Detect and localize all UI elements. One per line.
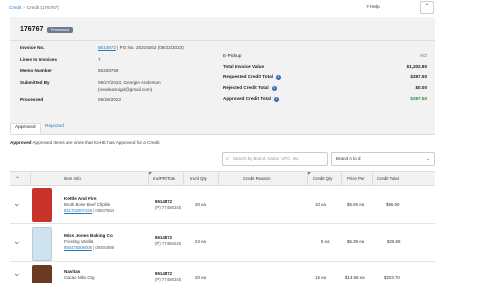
product-description: Broth Bone Beef Chpble <box>64 202 111 207</box>
lines-in-invoices-field: Lines In Invoices 7 <box>20 57 101 62</box>
invoice-number-field: Invoice No. 8614872 | PO No. 20319262 (0… <box>20 45 184 50</box>
search-placeholder: Search by Brand, Name, UPC, etc. <box>233 156 300 161</box>
invd-qty: 20 ea <box>195 275 206 280</box>
table-header: ⌄ Item Info Inv/PR/Tote Inv'd Qty Credit… <box>10 171 435 186</box>
product-description: Frosting Vanilla <box>64 239 94 244</box>
credit-qty: 10 ea <box>315 202 326 207</box>
total-invoice-value: $1,202.80 <box>406 64 427 69</box>
panel-divider <box>10 40 435 41</box>
chevron-down-icon: ⌄ <box>425 156 430 162</box>
invd-qty: 24 ea <box>195 239 206 244</box>
credit-qty: 5 ea <box>321 239 330 244</box>
e-pickup-label: E-Pickup <box>223 53 242 58</box>
invoice-summary-panel: 176767 Processed Invoice No. 8614872 | P… <box>10 17 435 134</box>
info-icon[interactable]: i <box>273 97 279 102</box>
price-per: $13.58 ea <box>345 275 365 280</box>
price-per: $5.69 ea <box>347 202 365 207</box>
sort-value: Brand A to Z <box>336 156 361 161</box>
top-bar: Credit › Credit (176767) ?Help ⌃ <box>0 0 500 16</box>
requested-credit-total-value: $287.50 <box>410 74 427 79</box>
tab-rejected[interactable]: Rejected <box>41 124 68 129</box>
product-brand: Miss Jones Baking Co <box>64 233 113 238</box>
upc-link[interactable]: 850475006005 <box>64 245 92 250</box>
invoice-number: 8614872 <box>155 199 173 204</box>
requested-credit-total-label: Requested Credit Total i <box>223 74 281 80</box>
tab-approved[interactable]: Approved <box>10 123 41 134</box>
product-image <box>32 265 52 283</box>
table-row: ⌄ Kettle And Fire Broth Bone Beef Chpble… <box>10 186 435 224</box>
help-label: Help <box>369 5 380 10</box>
breadcrumb: Credit › Credit (176767) <box>9 5 59 10</box>
product-description: Cacao Nibs Org <box>64 275 95 280</box>
approved-description: Approved Approved Items are ones that Ke… <box>10 140 161 145</box>
column-credit-reason[interactable]: Credit Reason <box>243 176 270 181</box>
search-input[interactable]: ⌕ Search by Brand, Name, UPC, etc. <box>222 152 328 166</box>
rejected-credit-total-label: Rejected Credit Total i <box>223 85 277 91</box>
column-credit-qty[interactable]: Credit Qty <box>313 176 332 181</box>
product-brand: Navitas <box>64 269 81 274</box>
approved-credit-total-value: $287.50 <box>410 96 427 101</box>
column-marker-icon <box>308 172 311 175</box>
info-icon[interactable]: i <box>275 75 281 80</box>
column-marker-icon <box>149 172 152 175</box>
credit-total: $26.95 <box>387 239 401 244</box>
submitted-by-field: Submitted By 09/27/2023, Georgie Anderso… <box>20 80 161 92</box>
column-invd-qty[interactable]: Inv'd Qty <box>190 176 207 181</box>
table-row: ⌄ Miss Jones Baking Co Frosting Vanilla … <box>10 224 435 262</box>
sort-select[interactable]: Brand A to Z ⌄ <box>331 152 435 166</box>
product-codes: 851702007428 | 00537554 <box>64 208 115 213</box>
help-button[interactable]: ?Help <box>366 5 380 10</box>
expand-all-chevron-icon[interactable]: ⌄ <box>15 173 20 180</box>
invoice-title: 176767 <box>20 26 44 33</box>
expand-row-chevron-icon[interactable]: ⌄ <box>13 198 21 209</box>
help-icon: ? <box>366 5 369 10</box>
column-credit-total[interactable]: Credit Total <box>377 176 399 181</box>
invd-qty: 20 ea <box>195 202 206 207</box>
tote-number: (P) 77456245 <box>155 277 182 282</box>
info-icon[interactable]: i <box>271 86 277 91</box>
processed-field: Processed 09/28/2023 <box>20 97 121 102</box>
e-pickup-value: NO <box>420 53 427 58</box>
table-row: ⌄ Navitas Cacao Nibs Org 8614872 (P) 774… <box>10 262 435 283</box>
credit-qty: 15 ea <box>315 275 326 280</box>
total-invoice-value-label: Total Invoice Value <box>223 64 265 69</box>
memo-number-field: Memo Number 55339759 <box>20 68 119 73</box>
credit-total: $203.70 <box>384 275 400 280</box>
expand-row-chevron-icon[interactable]: ⌄ <box>13 268 21 279</box>
search-icon: ⌕ <box>226 156 229 162</box>
tote-number: (P) 77456245 <box>155 205 182 210</box>
rejected-credit-total-value: $0.00 <box>415 85 428 90</box>
tote-number: (P) 77456245 <box>155 241 182 246</box>
credit-tabs: Approved Rejected <box>10 121 435 135</box>
column-inv-pr-tote[interactable]: Inv/PR/Tote <box>153 176 175 181</box>
column-price-per[interactable]: Price Per <box>347 176 365 181</box>
approved-credit-total-label: Approved Credit Total i <box>223 96 279 102</box>
product-image <box>32 227 52 261</box>
collapse-button[interactable]: ⌃ <box>420 1 434 14</box>
product-codes: 850475006005 | 00491989 <box>64 245 115 250</box>
product-image <box>32 188 52 222</box>
upc-link[interactable]: 851702007428 <box>64 208 92 213</box>
breadcrumb-chevron-icon: › <box>23 5 25 10</box>
invoice-number: 8614872 <box>155 271 173 276</box>
price-per: $5.39 ea <box>347 239 365 244</box>
product-brand: Kettle And Fire <box>64 196 97 201</box>
invoice-number: 8614872 <box>155 235 173 240</box>
expand-row-chevron-icon[interactable]: ⌄ <box>13 236 21 247</box>
credit-total: $56.90 <box>386 202 400 207</box>
invoice-number-link[interactable]: 8614872 <box>98 45 116 50</box>
breadcrumb-current: Credit (176767) <box>26 5 59 10</box>
breadcrumb-credit-link[interactable]: Credit <box>9 5 21 10</box>
status-badge: Processed <box>47 27 73 33</box>
column-item-info[interactable]: Item Info <box>64 176 81 181</box>
